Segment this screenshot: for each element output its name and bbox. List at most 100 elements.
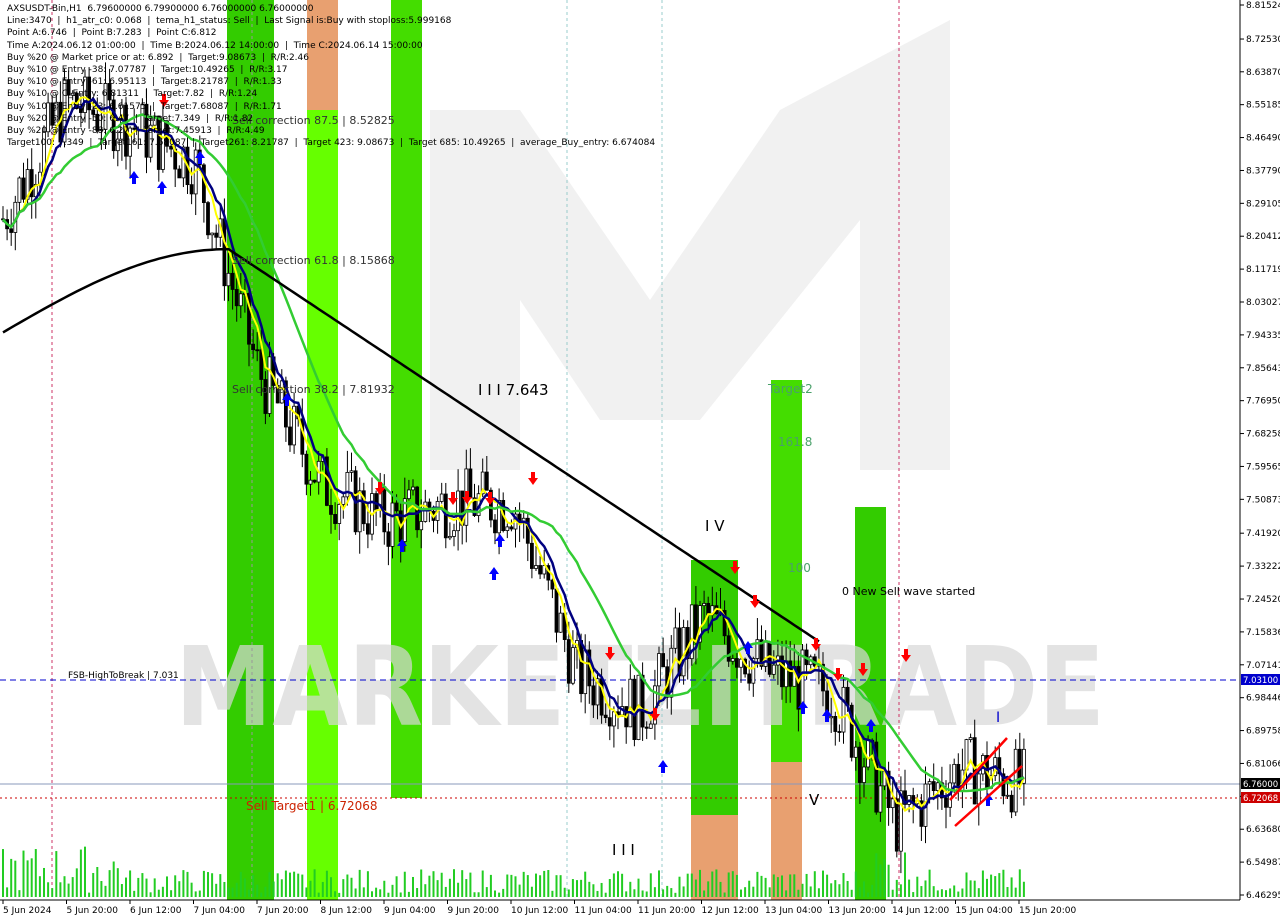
volume-bar — [969, 880, 972, 897]
volume-bar — [817, 888, 820, 897]
volume-bar — [797, 889, 800, 897]
volume-bar — [215, 883, 218, 897]
volume-bar — [248, 889, 250, 897]
time-tick-label: 9 Jun 20:00 — [448, 906, 500, 916]
volume-bar — [38, 876, 41, 897]
volume-bar — [543, 870, 546, 897]
fsb-label: FSB-HighToBreak | 7.031 — [68, 671, 179, 681]
volume-bar — [198, 890, 201, 897]
volume-bar — [793, 874, 796, 897]
candle-body — [968, 737, 973, 740]
volume-bar — [243, 878, 246, 897]
info-line: Buy %20 @ Entry -50: 6.47 | Target:7.349… — [7, 113, 254, 124]
volume-bar — [149, 892, 152, 897]
candle-body — [706, 602, 711, 616]
volume-bar — [280, 879, 283, 897]
volume-bar — [125, 877, 127, 897]
price-tick-label: 6.46295 — [1246, 891, 1280, 901]
volume-bar — [350, 877, 353, 897]
volume-bar — [264, 886, 267, 897]
price-tick-label: 8.72530 — [1246, 35, 1280, 45]
price-axis[interactable]: 8.81524 8.72530 8.63870 8.55185 8.46490 8.377… — [1239, 0, 1280, 920]
price-tick-label: 7.76950 — [1246, 397, 1280, 407]
volume-bar — [506, 874, 509, 897]
volume-bar — [379, 889, 382, 897]
volume-bar — [719, 881, 722, 897]
candle-body — [177, 168, 182, 179]
volume-bar — [34, 849, 37, 897]
time-tick-label: 12 Jun 12:00 — [702, 906, 759, 916]
volume-bar — [822, 870, 824, 897]
volume-bar — [588, 881, 591, 897]
volume-bar — [760, 875, 763, 897]
volume-bar — [330, 877, 332, 897]
candle-body — [657, 653, 661, 687]
volume-bar — [686, 873, 689, 897]
price-tick-label: 8.37790 — [1246, 166, 1280, 176]
time-tick-label: 7 Jun 04:00 — [194, 906, 246, 916]
volume-bar — [239, 871, 242, 897]
volume-bar — [633, 889, 636, 897]
candle-body — [304, 453, 309, 485]
volume-bar — [383, 880, 386, 897]
candle-body — [607, 717, 612, 727]
candle-body — [337, 504, 342, 524]
volume-bar — [22, 850, 25, 897]
volume-bar — [47, 882, 50, 897]
volume-bar — [563, 887, 566, 897]
volume-bar — [805, 873, 808, 897]
candle-body — [747, 673, 752, 684]
candle-body — [1009, 794, 1014, 813]
volume-bar — [30, 858, 33, 897]
volume-bar — [715, 869, 718, 897]
sell-correction-61-label: Sell correction 61.8 | 8.15868 — [232, 254, 395, 267]
target-price-badge-text: 6.72068 — [1243, 794, 1278, 804]
volume-bar — [235, 882, 238, 897]
volume-bar — [649, 873, 652, 897]
volume-bar — [592, 884, 595, 897]
candle-body — [841, 686, 846, 733]
info-line: Time A:2024.06.12 01:00:00 | Time B:2024… — [7, 40, 423, 51]
volume-bar — [465, 879, 468, 897]
candle-body — [866, 739, 870, 768]
volume-bar — [399, 892, 402, 897]
volume-bar — [625, 891, 628, 897]
candle-body — [349, 470, 354, 473]
volume-bar — [481, 870, 484, 897]
volume-bar — [990, 874, 993, 897]
volume-bar — [965, 872, 968, 897]
candle-body — [944, 797, 948, 808]
volume-bar — [735, 874, 738, 897]
volume-bar — [949, 888, 952, 897]
volume-bar — [407, 891, 410, 897]
candle-body — [394, 502, 399, 512]
wave-iii-top-label: I I I 7.643 — [478, 381, 549, 399]
time-tick-label: 6 Jun 12:00 — [130, 906, 182, 916]
wave-i-label: I — [996, 710, 1000, 726]
info-line: Buy %20 @ Entry -88: 6.27 | Target:7.459… — [7, 125, 265, 136]
candle-body — [210, 232, 215, 236]
volume-bar — [641, 890, 644, 897]
volume-bar — [375, 887, 378, 897]
price-tick-label: 6.98446 — [1246, 694, 1280, 704]
volume-bar — [477, 892, 480, 897]
volume-bar — [444, 886, 447, 897]
volume-bar — [899, 884, 902, 897]
volume-bar — [88, 892, 91, 897]
volume-bar — [498, 892, 501, 897]
time-axis[interactable]: 5 Jun 2024 5 Jun 20:00 6 Jun 12:00 7 Jun 04… — [0, 899, 1240, 920]
volume-bar — [137, 877, 140, 897]
volume-bar — [772, 874, 775, 897]
volume-bar — [358, 869, 361, 897]
candle-body — [484, 471, 489, 491]
volume-bar — [366, 871, 369, 897]
volume-bar — [916, 876, 919, 897]
volume-bar — [391, 884, 394, 897]
volume-bar — [305, 887, 308, 897]
price-tick-label: 8.03027 — [1246, 298, 1280, 308]
volume-bar — [801, 883, 804, 897]
candle-body — [17, 177, 22, 203]
candle-body — [599, 678, 604, 716]
volume-bar — [231, 887, 234, 897]
volume-bar — [256, 884, 259, 897]
